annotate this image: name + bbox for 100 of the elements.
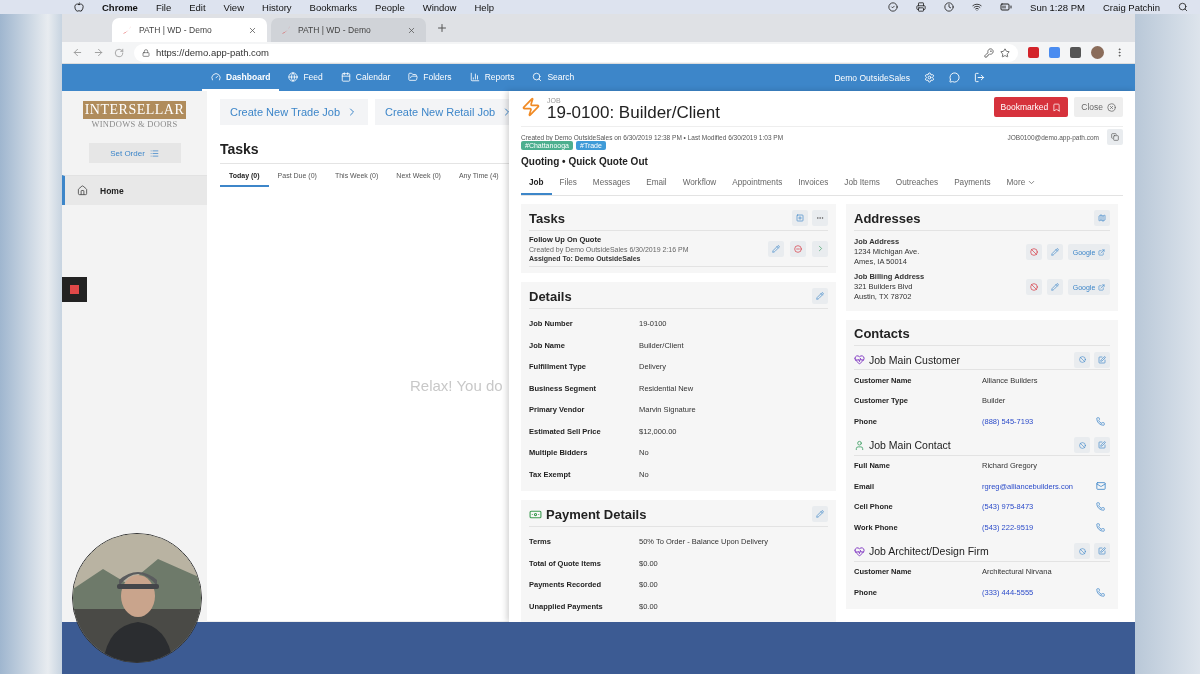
edit-button[interactable] — [1094, 437, 1110, 453]
menu-item[interactable]: View — [223, 1, 244, 13]
remove-button[interactable] — [1074, 437, 1090, 453]
external-link-icon — [1098, 283, 1106, 291]
create-job-button[interactable]: Create New Trade Job — [220, 99, 369, 125]
forward-icon[interactable] — [93, 47, 104, 58]
nav-item[interactable]: Reports — [460, 64, 524, 91]
menu-item[interactable]: Edit — [189, 1, 206, 13]
external-link-icon — [1098, 248, 1106, 256]
close-button[interactable]: Close — [1074, 97, 1123, 117]
copy-button[interactable] — [1107, 129, 1123, 145]
chat-icon[interactable] — [949, 72, 960, 83]
contact-group-title: Job Architect/Design Firm — [869, 545, 989, 557]
address-field[interactable]: https://demo.app-path.com — [134, 43, 1018, 62]
list-icon — [149, 148, 159, 158]
phone-icon[interactable] — [1096, 587, 1105, 597]
section-title: Tasks — [220, 141, 509, 164]
close-icon[interactable] — [248, 25, 257, 35]
battery-icon[interactable] — [1000, 1, 1013, 13]
stop-button[interactable] — [62, 277, 87, 302]
close-icon[interactable] — [407, 25, 416, 35]
printer-icon[interactable] — [916, 2, 927, 12]
nav-item[interactable]: Dashboard — [202, 64, 280, 91]
nav-item[interactable]: Feed — [279, 64, 332, 91]
menu-item[interactable]: Chrome — [102, 1, 138, 13]
remove-button[interactable] — [1026, 279, 1042, 295]
job-tab[interactable]: Workflow — [674, 170, 725, 195]
edit-button[interactable] — [1094, 543, 1110, 559]
ellipsis-icon — [816, 214, 824, 222]
wifi-icon[interactable] — [972, 2, 983, 12]
edit-button[interactable] — [812, 288, 828, 304]
more-tab[interactable]: More — [998, 170, 1045, 195]
menu-item[interactable]: Window — [422, 1, 457, 13]
map-button[interactable] — [1094, 210, 1110, 226]
search-icon[interactable] — [1178, 2, 1188, 12]
menu-item[interactable]: Bookmarks — [309, 1, 358, 13]
remove-button[interactable] — [1074, 543, 1090, 559]
back-icon[interactable] — [72, 47, 83, 58]
job-tab[interactable]: Payments — [946, 170, 999, 195]
ban-icon — [1030, 248, 1038, 256]
browser-tab[interactable]: PATH | WD - Demo — [271, 18, 426, 42]
lightning-icon — [521, 97, 541, 117]
job-tab[interactable]: Outreaches — [887, 170, 947, 195]
job-tab[interactable]: Appointments — [724, 170, 791, 195]
user-name[interactable]: Demo OutsideSales — [834, 72, 910, 83]
phone-icon[interactable] — [1096, 416, 1105, 426]
gauge-icon — [211, 71, 221, 82]
edit-icon — [1098, 547, 1106, 555]
bookmarked-button[interactable]: Bookmarked — [993, 97, 1069, 117]
heart-icon — [854, 354, 865, 365]
edit-button[interactable] — [1094, 351, 1110, 368]
phone-icon[interactable] — [1096, 522, 1105, 532]
sidebar-item[interactable]: Home — [62, 175, 207, 205]
avatar[interactable] — [1091, 46, 1104, 59]
extension-icon[interactable] — [1028, 47, 1039, 58]
menu-item[interactable]: History — [262, 1, 292, 13]
job-tab[interactable]: Job — [521, 170, 552, 195]
remove-button[interactable] — [790, 240, 806, 257]
new-tab-icon[interactable] — [436, 22, 448, 34]
edit-button[interactable] — [812, 506, 828, 522]
browser-tab[interactable]: PATH | WD - Demo — [112, 18, 267, 42]
phone-icon[interactable] — [1096, 502, 1105, 512]
key-icon[interactable] — [984, 47, 994, 58]
logout-icon[interactable] — [974, 72, 985, 83]
job-tab[interactable]: Messages — [584, 170, 639, 195]
job-tab[interactable]: Invoices — [790, 170, 837, 195]
create-job-button[interactable]: Create New Retail Job — [375, 99, 509, 125]
remove-button[interactable] — [1074, 351, 1090, 368]
nav-item[interactable]: Search — [523, 64, 584, 91]
edit-button[interactable] — [1047, 279, 1063, 295]
extension-icon[interactable] — [1070, 47, 1081, 58]
calendar-icon — [340, 71, 351, 82]
reload-icon[interactable] — [114, 47, 124, 58]
job-tab[interactable]: Job Items — [836, 170, 888, 195]
pencil-icon — [1051, 248, 1059, 256]
job-tab[interactable]: Email — [638, 170, 675, 195]
menu-item[interactable]: Help — [474, 1, 495, 13]
star-icon[interactable] — [1000, 47, 1010, 58]
card-title: Tasks — [529, 210, 565, 226]
extension-icon[interactable] — [1049, 47, 1060, 58]
mail-icon[interactable] — [1096, 481, 1106, 492]
edit-button[interactable] — [1047, 244, 1063, 260]
job-title: 19-0100: Builder/Client — [547, 104, 720, 122]
nav-item[interactable]: Calendar — [331, 64, 400, 91]
settings-icon[interactable] — [924, 72, 935, 83]
card-title: Payment Details — [546, 506, 647, 522]
clock-text[interactable]: Sun 1:28 PM — [1030, 1, 1085, 13]
more-button[interactable] — [812, 210, 828, 226]
check-icon[interactable] — [888, 2, 899, 12]
clock-icon[interactable] — [944, 2, 955, 12]
job-tab[interactable]: Files — [551, 170, 585, 195]
add-button[interactable] — [792, 210, 808, 226]
menu-item[interactable]: File — [155, 1, 172, 13]
edit-button[interactable] — [768, 240, 784, 257]
job-status: Quoting • Quick Quote Out — [521, 156, 649, 167]
remove-button[interactable] — [1026, 244, 1042, 260]
menu-item[interactable]: People — [375, 1, 405, 13]
user-name[interactable]: Craig Patchin — [1102, 1, 1160, 13]
apple-icon[interactable] — [74, 2, 84, 12]
nav-item[interactable]: Folders — [399, 64, 461, 91]
